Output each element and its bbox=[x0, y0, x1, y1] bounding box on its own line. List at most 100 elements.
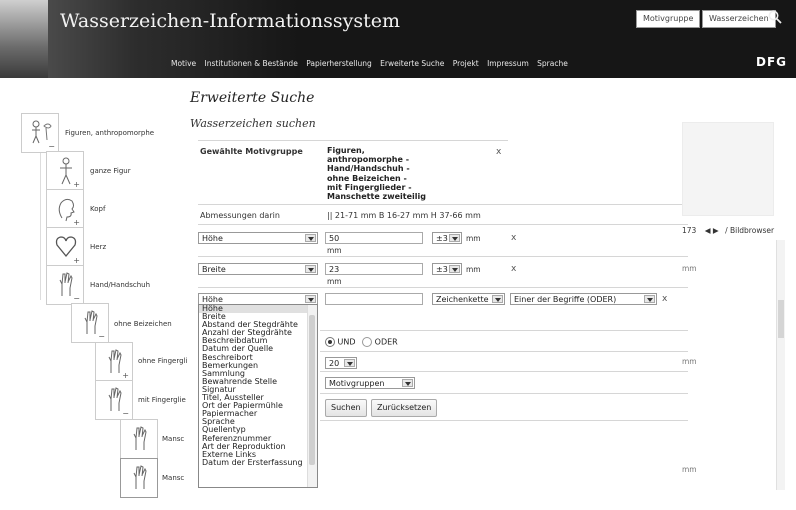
dropdown-scrollbar[interactable] bbox=[307, 305, 317, 487]
nav-item-motive[interactable]: Motive bbox=[171, 59, 196, 68]
divider bbox=[198, 287, 688, 288]
nav-item-sprache[interactable]: Sprache bbox=[537, 59, 568, 68]
tolerance-select[interactable]: ±3 bbox=[432, 263, 462, 275]
tree-node-thumbnail[interactable] bbox=[120, 458, 158, 498]
tree-node-thumbnail[interactable]: + bbox=[95, 342, 133, 382]
tree-node-thumbnail[interactable]: − bbox=[21, 113, 59, 153]
tree-item-label[interactable]: Kopf bbox=[90, 205, 105, 213]
chevron-down-icon bbox=[644, 295, 655, 303]
nav-item-institutionen[interactable]: Institutionen & Bestände bbox=[205, 59, 298, 68]
tolerance-select[interactable]: ±3 bbox=[432, 232, 462, 244]
hand-icon bbox=[133, 426, 147, 450]
results-per-page-select[interactable]: 20 bbox=[325, 357, 357, 369]
tree-item-label[interactable]: ohne Fingergli bbox=[138, 357, 187, 365]
chevron-down-icon bbox=[305, 234, 316, 242]
motivgruppe-button[interactable]: Motivgruppe bbox=[636, 10, 701, 28]
divider bbox=[198, 140, 508, 141]
tree-expand-toggle[interactable]: + bbox=[73, 180, 80, 189]
chevron-down-icon bbox=[449, 265, 460, 273]
remove-criteria-button[interactable]: x bbox=[662, 294, 667, 304]
tree-item-label[interactable]: Mansc bbox=[162, 435, 184, 443]
tree-node-thumbnail[interactable]: + bbox=[46, 189, 84, 229]
tree-item-label[interactable]: Herz bbox=[90, 243, 106, 251]
tree-collapse-toggle[interactable]: − bbox=[48, 142, 55, 151]
divider bbox=[320, 351, 688, 352]
divider bbox=[198, 204, 688, 205]
match-type-select[interactable]: Einer der Begriffe (ODER) bbox=[510, 293, 657, 305]
text-value-input[interactable] bbox=[325, 293, 423, 305]
image-counter: 173 ◀ ▶ / Bildbrowser bbox=[682, 226, 775, 235]
nav-item-erweiterte-suche[interactable]: Erweiterte Suche bbox=[380, 59, 444, 68]
tree-item-label[interactable]: ohne Beizeichen bbox=[114, 320, 172, 328]
chevron-down-icon bbox=[492, 295, 503, 303]
image-preview bbox=[682, 122, 774, 216]
result-type-select[interactable]: Motivgruppen bbox=[325, 377, 415, 389]
tree-item-label[interactable]: ganze Figur bbox=[90, 167, 131, 175]
unit-label: mm bbox=[682, 264, 697, 273]
unit-label: mm bbox=[682, 357, 697, 366]
tree-expand-toggle[interactable]: + bbox=[73, 218, 80, 227]
unit-label: mm bbox=[682, 465, 697, 474]
main-navigation: Motive Institutionen & Bestände Papierhe… bbox=[171, 59, 574, 68]
tree-item-label[interactable]: mit Fingerglie bbox=[138, 396, 186, 404]
search-icon[interactable] bbox=[767, 9, 783, 25]
wasserzeichen-button[interactable]: Wasserzeichen bbox=[702, 10, 776, 28]
reset-button[interactable]: Zurücksetzen bbox=[371, 399, 438, 417]
bildbrowser-link[interactable]: / Bildbrowser bbox=[725, 226, 774, 235]
tree-node-thumbnail[interactable] bbox=[120, 419, 158, 459]
remove-criteria-button[interactable]: x bbox=[511, 233, 516, 243]
tree-collapse-toggle[interactable]: − bbox=[122, 409, 129, 418]
tree-item-label[interactable]: Figuren, anthropomorphe bbox=[65, 129, 154, 137]
motivgruppe-value: Figuren, anthropomorphe - Hand/Handschuh… bbox=[327, 146, 426, 202]
tree-node-thumbnail[interactable]: − bbox=[95, 380, 133, 420]
tree-expand-toggle[interactable]: + bbox=[73, 256, 80, 265]
tree-node-thumbnail[interactable]: + bbox=[46, 227, 84, 267]
tree-item-label[interactable]: Hand/Handschuh bbox=[90, 281, 150, 289]
chevron-down-icon bbox=[344, 359, 355, 367]
tolerance-unit: mm bbox=[466, 234, 481, 243]
tree-node-thumbnail[interactable]: − bbox=[46, 265, 84, 305]
match-mode-select[interactable]: Zeichenkette bbox=[432, 293, 505, 305]
criteria-field-select[interactable]: Breite bbox=[198, 263, 318, 275]
scrollbar-thumb[interactable] bbox=[778, 300, 784, 338]
prev-arrow-icon[interactable]: ◀ bbox=[705, 226, 711, 235]
divider bbox=[320, 393, 688, 394]
search-button[interactable]: Suchen bbox=[325, 399, 367, 417]
motivgruppe-label: Gewählte Motivgruppe bbox=[200, 147, 303, 156]
right-panel-scrollbar[interactable] bbox=[776, 240, 785, 490]
dropdown-option[interactable]: Datum der Ersterfassung bbox=[199, 458, 317, 467]
nav-item-projekt[interactable]: Projekt bbox=[453, 59, 479, 68]
logic-radio-group: UND ODER bbox=[325, 337, 398, 347]
unit-label: mm bbox=[327, 246, 342, 255]
tree-item-label[interactable]: Mansc bbox=[162, 474, 184, 482]
criteria-field-dropdown-list[interactable]: Höhe Breite Abstand der Stegdrähte Anzah… bbox=[198, 304, 318, 488]
nav-item-papierherstellung[interactable]: Papierherstellung bbox=[306, 59, 372, 68]
width-value-input[interactable]: 23 bbox=[325, 263, 423, 275]
chevron-down-icon bbox=[305, 295, 316, 303]
criteria-field-select[interactable]: Höhe bbox=[198, 232, 318, 244]
nav-item-impressum[interactable]: Impressum bbox=[487, 59, 529, 68]
section-title: Wasserzeichen suchen bbox=[190, 117, 316, 130]
divider bbox=[198, 224, 688, 225]
scrollbar-thumb[interactable] bbox=[309, 315, 315, 465]
remove-motivgruppe-button[interactable]: x bbox=[496, 147, 501, 157]
dfg-logo[interactable]: DFG bbox=[756, 55, 787, 69]
chevron-down-icon bbox=[402, 379, 413, 387]
next-arrow-icon[interactable]: ▶ bbox=[713, 226, 719, 235]
oder-radio[interactable] bbox=[362, 337, 373, 347]
und-radio[interactable] bbox=[325, 337, 335, 347]
divider bbox=[320, 371, 688, 372]
remove-criteria-button[interactable]: x bbox=[511, 264, 516, 274]
tree-collapse-toggle[interactable]: − bbox=[73, 294, 80, 303]
tree-collapse-toggle[interactable]: − bbox=[98, 332, 105, 341]
tree-expand-toggle[interactable]: + bbox=[122, 371, 129, 380]
chevron-down-icon bbox=[305, 265, 316, 273]
page-title: Erweiterte Suche bbox=[190, 90, 315, 106]
divider bbox=[320, 330, 688, 331]
tree-node-thumbnail[interactable]: + bbox=[46, 151, 84, 191]
site-title[interactable]: Wasserzeichen-Informationssystem bbox=[60, 10, 400, 32]
dimensions-label: Abmessungen darin bbox=[200, 211, 280, 220]
height-value-input[interactable]: 50 bbox=[325, 232, 423, 244]
tree-node-thumbnail[interactable]: − bbox=[71, 303, 109, 343]
divider bbox=[320, 420, 688, 421]
